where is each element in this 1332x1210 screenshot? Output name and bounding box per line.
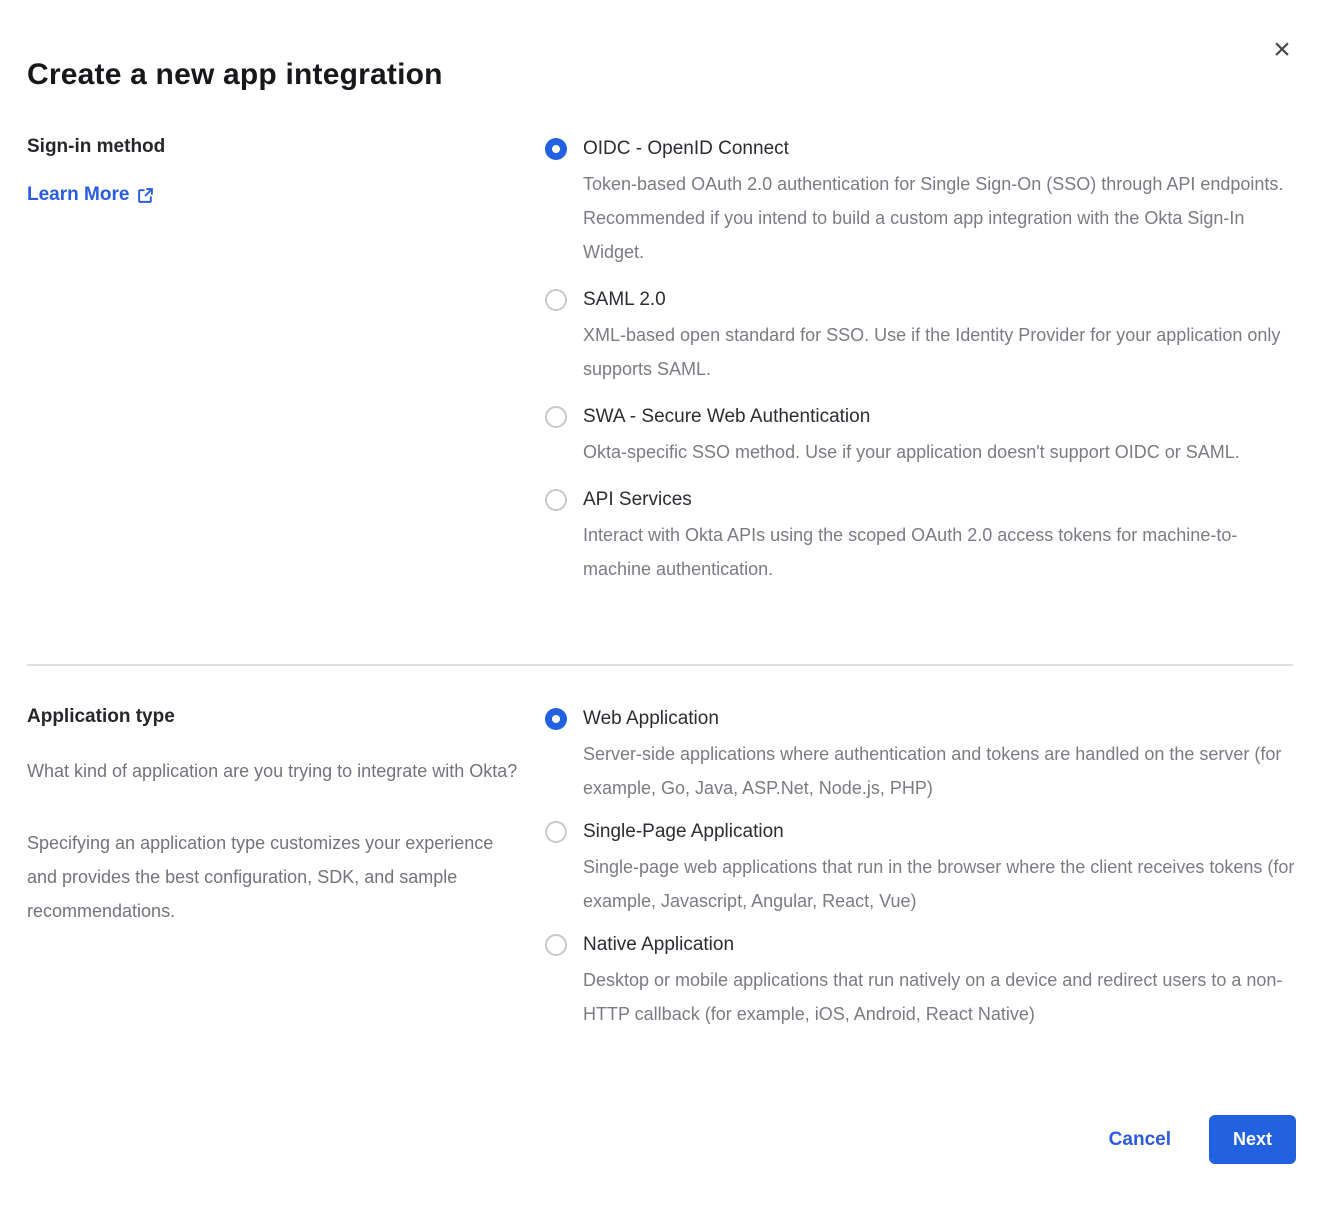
signin-method-left: Sign-in method Learn More <box>27 136 545 604</box>
application-type-section: Application type What kind of applicatio… <box>27 706 1296 1045</box>
application-type-label: Application type <box>27 706 545 728</box>
option-label: SAML 2.0 <box>583 287 1296 313</box>
radio-unselected-icon[interactable] <box>545 489 567 511</box>
option-label: API Services <box>583 487 1296 513</box>
radio-unselected-icon[interactable] <box>545 289 567 311</box>
radio-option-swa[interactable]: SWA - Secure Web Authentication Okta-spe… <box>545 404 1296 469</box>
option-label: Web Application <box>583 706 1296 732</box>
radio-unselected-icon[interactable] <box>545 821 567 843</box>
radio-selected-icon[interactable] <box>545 708 567 730</box>
option-description: XML-based open standard for SSO. Use if … <box>583 318 1296 386</box>
radio-option-single-page-application[interactable]: Single-Page Application Single-page web … <box>545 819 1296 918</box>
create-app-integration-modal: × Create a new app integration Sign-in m… <box>0 0 1332 1210</box>
external-link-icon <box>137 187 154 204</box>
option-label: Native Application <box>583 932 1296 958</box>
modal-title: Create a new app integration <box>27 58 1296 92</box>
radio-selected-icon[interactable] <box>545 138 567 160</box>
application-type-options: Web Application Server-side applications… <box>545 706 1296 1045</box>
option-label: OIDC - OpenID Connect <box>583 136 1296 162</box>
learn-more-link[interactable]: Learn More <box>27 184 154 206</box>
radio-option-saml[interactable]: SAML 2.0 XML-based open standard for SSO… <box>545 287 1296 386</box>
option-description: Single-page web applications that run in… <box>583 850 1296 918</box>
signin-method-section: Sign-in method Learn More OIDC - OpenID … <box>27 136 1296 604</box>
radio-unselected-icon[interactable] <box>545 406 567 428</box>
option-description: Interact with Okta APIs using the scoped… <box>583 518 1296 586</box>
section-divider <box>27 664 1293 666</box>
option-description: Okta-specific SSO method. Use if your ap… <box>583 435 1240 469</box>
option-label: SWA - Secure Web Authentication <box>583 404 1240 430</box>
option-description: Desktop or mobile applications that run … <box>583 963 1296 1031</box>
option-label: Single-Page Application <box>583 819 1296 845</box>
radio-option-oidc[interactable]: OIDC - OpenID Connect Token-based OAuth … <box>545 136 1296 269</box>
application-type-help-text: Specifying an application type customize… <box>27 826 527 928</box>
radio-option-web-application[interactable]: Web Application Server-side applications… <box>545 706 1296 805</box>
option-description: Server-side applications where authentic… <box>583 737 1296 805</box>
close-icon[interactable]: × <box>1266 34 1298 66</box>
radio-option-native-application[interactable]: Native Application Desktop or mobile app… <box>545 932 1296 1031</box>
radio-unselected-icon[interactable] <box>545 934 567 956</box>
cancel-button[interactable]: Cancel <box>1109 1129 1171 1151</box>
learn-more-label: Learn More <box>27 184 129 206</box>
signin-method-options: OIDC - OpenID Connect Token-based OAuth … <box>545 136 1296 604</box>
radio-option-api-services[interactable]: API Services Interact with Okta APIs usi… <box>545 487 1296 586</box>
option-description: Token-based OAuth 2.0 authentication for… <box>583 167 1296 269</box>
signin-method-label: Sign-in method <box>27 136 545 158</box>
application-type-left: Application type What kind of applicatio… <box>27 706 545 1045</box>
application-type-question: What kind of application are you trying … <box>27 754 527 788</box>
modal-footer: Cancel Next <box>27 1115 1296 1164</box>
next-button[interactable]: Next <box>1209 1115 1296 1164</box>
